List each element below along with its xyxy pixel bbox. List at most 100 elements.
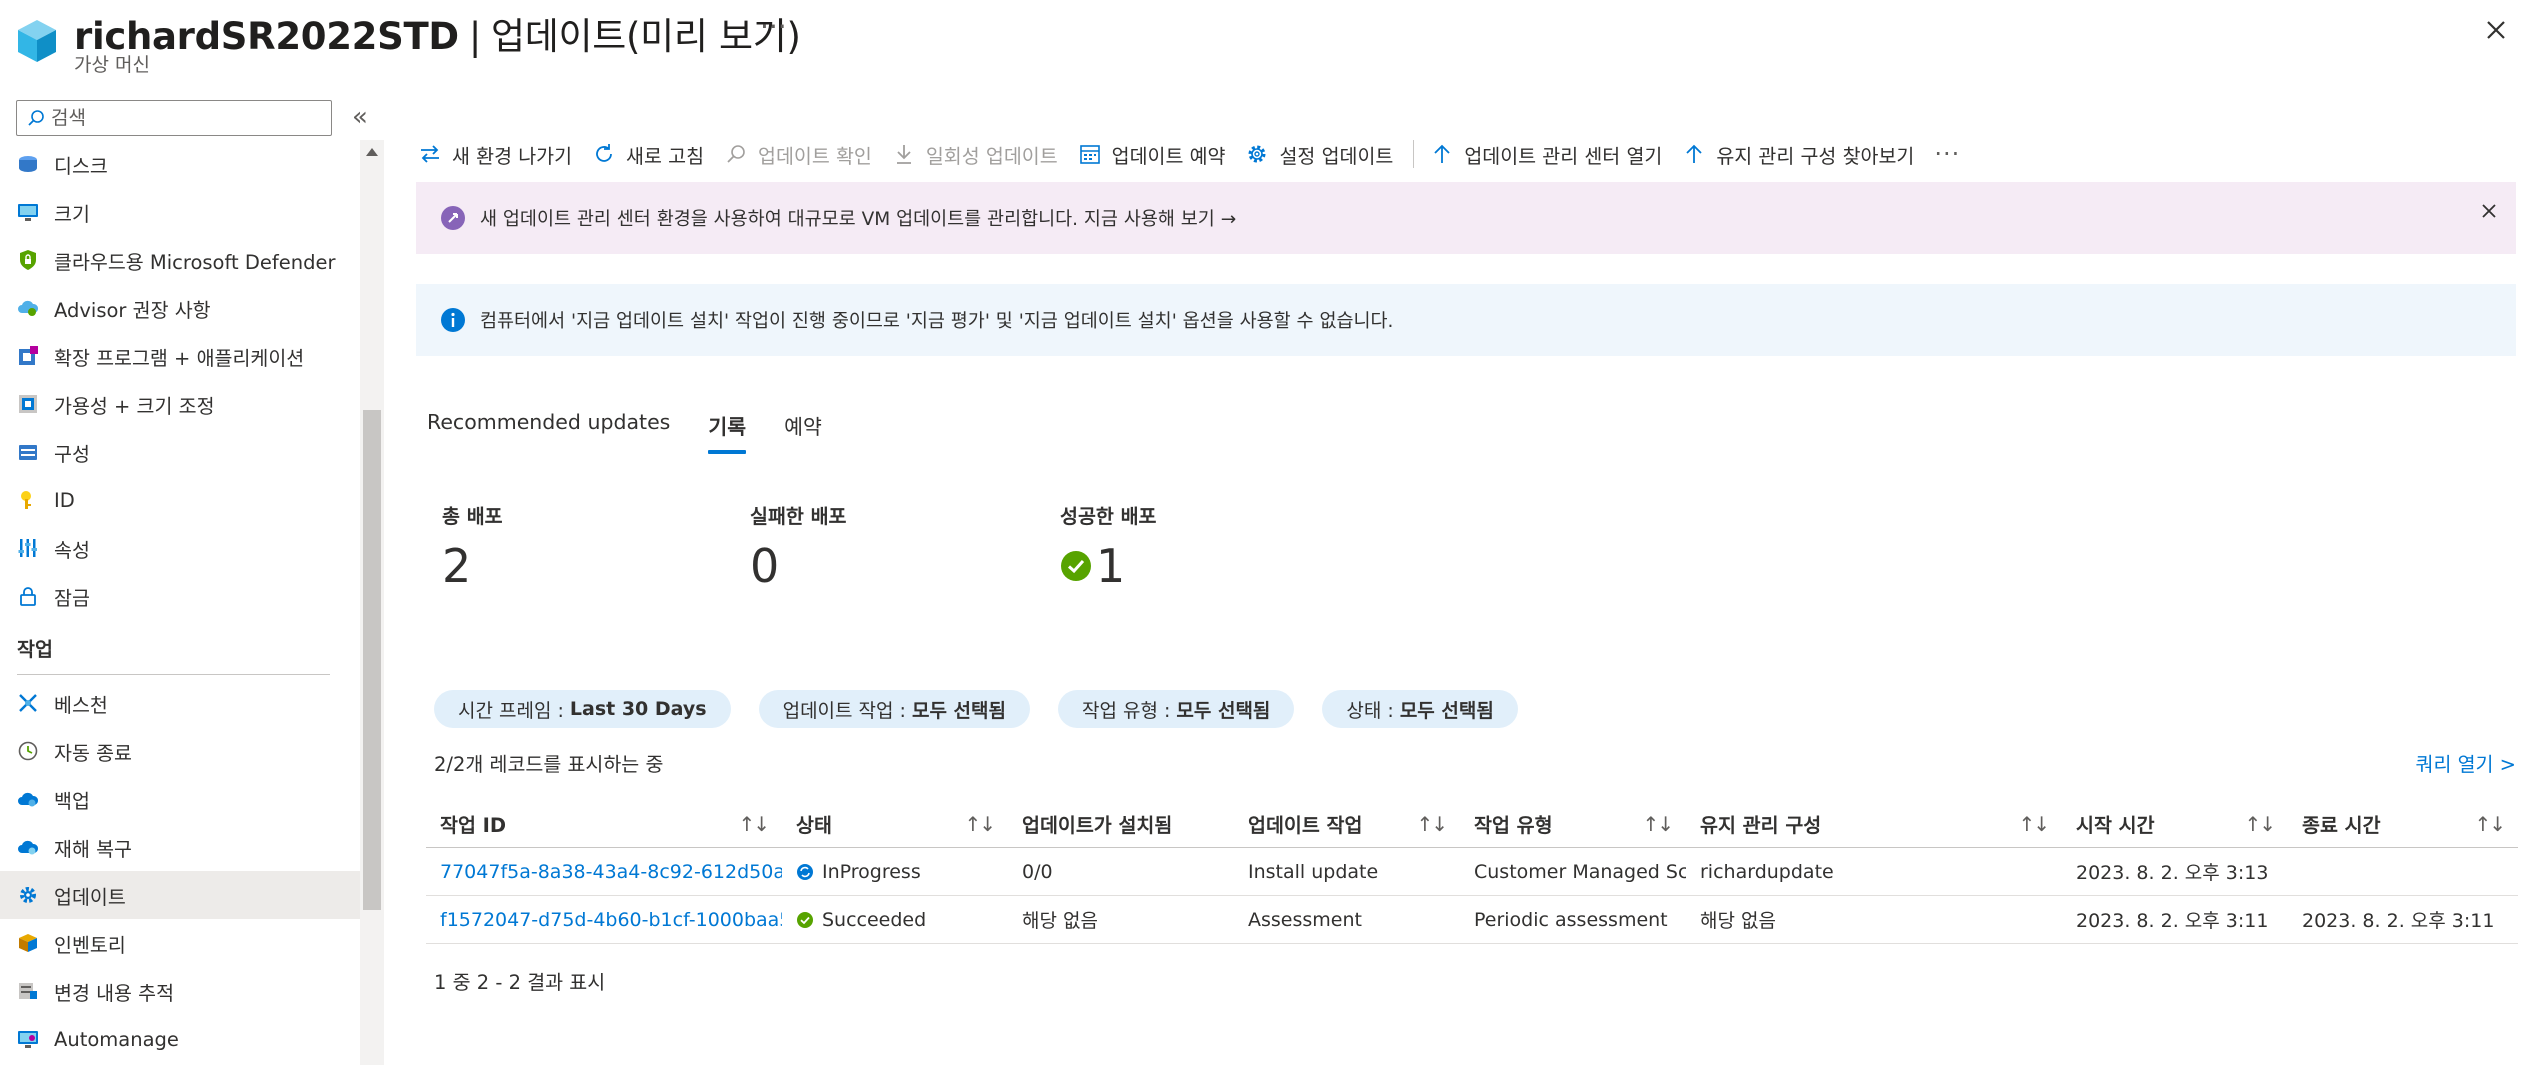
sidebar-item-automanage[interactable]: Automanage <box>0 1015 360 1063</box>
filter-time-frame[interactable]: 시간 프레임 : Last 30 Days <box>434 690 731 728</box>
stat-total-deployments: 총 배포 2 <box>442 500 503 593</box>
search-icon <box>28 110 44 126</box>
bastion-icon <box>16 691 40 715</box>
history-table: 작업 ID ↑↓ 상태 ↑↓ 업데이트가 설치됨 업데이트 작업 ↑↓ 작업 유형 ↑↓… <box>426 800 2518 944</box>
sidebar-item-disaster-recovery[interactable]: 재해 복구 <box>0 823 360 871</box>
sidebar-item-configuration[interactable]: 구성 <box>0 428 360 476</box>
filter-status[interactable]: 상태 : 모두 선택됨 <box>1322 690 1518 728</box>
sidebar-item-auto-shutdown[interactable]: 자동 종료 <box>0 727 360 775</box>
sidebar-item-advisor[interactable]: Advisor 권장 사항 <box>0 284 360 332</box>
operation-cell: Assessment <box>1248 908 1362 931</box>
column-header-maintenance[interactable]: 유지 관리 구성 ↑↓ <box>1686 809 2062 838</box>
success-check-icon <box>1061 551 1091 581</box>
sidebar-item-label: 업데이트 <box>54 885 126 909</box>
sidebar-item-disks[interactable]: 디스크 <box>0 140 360 188</box>
tab-schedule[interactable]: 예약 <box>784 410 822 454</box>
promo-banner-link[interactable]: 새 업데이트 관리 센터 환경을 사용하여 대규모로 VM 업데이트를 관리합니… <box>480 205 1236 231</box>
sidebar-item-bastion[interactable]: 베스천 <box>0 679 360 727</box>
page-title: richardSR2022STD | 업데이트(미리 보기) <box>74 15 801 58</box>
schedule-update-button[interactable]: 업데이트 예약 <box>1078 140 1225 169</box>
sidebar-item-updates[interactable]: 업데이트 <box>0 871 360 919</box>
sidebar: « 디스크 크기 클라우드용 Microsoft Defender Adviso… <box>0 96 384 1065</box>
disk-icon <box>16 152 40 176</box>
stat-label: 총 배포 <box>442 505 503 528</box>
sidebar-item-label: 가용성 + 크기 조정 <box>54 394 215 418</box>
sidebar-item-backup[interactable]: 백업 <box>0 775 360 823</box>
close-banner-icon[interactable] <box>2478 200 2500 222</box>
tab-recommended-updates[interactable]: Recommended updates <box>427 410 670 454</box>
calendar-icon <box>1079 145 1100 164</box>
new-experience-button[interactable]: 새 환경 나가기 <box>418 140 572 169</box>
sidebar-item-label: 백업 <box>54 789 90 813</box>
sidebar-item-extensions[interactable]: 확장 프로그램 + 애플리케이션 <box>0 332 360 380</box>
column-header-status[interactable]: 상태 ↑↓ <box>782 809 1008 838</box>
stat-value: 2 <box>442 539 472 593</box>
tab-history[interactable]: 기록 <box>708 410 746 454</box>
info-banner: 컴퓨터에서 '지금 업데이트 설치' 작업이 진행 중이므로 '지금 평가' 및… <box>416 284 2516 356</box>
open-update-center-button[interactable]: 업데이트 관리 센터 열기 <box>1430 140 1662 169</box>
one-time-update-button[interactable]: 일회성 업데이트 <box>892 140 1058 169</box>
filter-update-operation[interactable]: 업데이트 작업 : 모두 선택됨 <box>758 690 1030 728</box>
job-type-cell: Customer Managed Sc... <box>1474 860 1686 883</box>
start-time-cell: 2023. 8. 2. 오후 3:13 <box>2076 862 2269 884</box>
scrollbar-thumb[interactable] <box>363 410 381 910</box>
column-header-operation[interactable]: 업데이트 작업 ↑↓ <box>1234 809 1460 838</box>
sidebar-item-availability[interactable]: 가용성 + 크기 조정 <box>0 380 360 428</box>
sidebar-item-identity[interactable]: ID <box>0 476 360 524</box>
sidebar-item-label: 변경 내용 추적 <box>54 981 175 1005</box>
stat-value: 0 <box>750 539 780 593</box>
command-toolbar: 새 환경 나가기 새로 고침 업데이트 확인 일회성 업데이트 업데이트 예약 … <box>418 132 1960 176</box>
sort-icon: ↑↓ <box>2474 811 2505 836</box>
collapse-sidebar-button[interactable]: « <box>352 102 368 132</box>
stat-value-row: 1 <box>1060 539 1157 593</box>
toolbar-more-button[interactable]: ··· <box>1934 140 1960 168</box>
sidebar-item-label: 베스천 <box>54 693 108 717</box>
column-header-end-time[interactable]: 종료 시간 ↑↓ <box>2288 809 2518 838</box>
page-header: richardSR2022STD | 업데이트(미리 보기) ··· 가상 머신 <box>0 0 2530 80</box>
extensions-icon <box>16 344 40 368</box>
rocket-icon <box>441 206 465 230</box>
settings-update-button[interactable]: 설정 업데이트 <box>1245 140 1393 169</box>
sidebar-scrollbar[interactable] <box>360 140 384 1065</box>
stat-value: 1 <box>1096 539 1126 593</box>
search-input[interactable] <box>51 107 301 129</box>
sidebar-item-size[interactable]: 크기 <box>0 188 360 236</box>
sidebar-search[interactable] <box>16 100 332 136</box>
download-icon <box>896 145 911 164</box>
sidebar-item-locks[interactable]: 잠금 <box>0 572 360 620</box>
header-more-button[interactable]: ··· <box>760 10 787 43</box>
sidebar-section-title: 작업 <box>17 638 53 661</box>
advisor-cloud-icon <box>16 296 40 320</box>
open-query-link[interactable]: 쿼리 열기 > <box>2416 748 2517 777</box>
info-banner-text: 컴퓨터에서 '지금 업데이트 설치' 작업이 진행 중이므로 '지금 평가' 및… <box>480 311 1394 332</box>
sort-icon: ↑↓ <box>738 811 769 836</box>
status-cell: InProgress <box>782 861 1008 883</box>
sidebar-item-label: 디스크 <box>54 154 108 178</box>
job-id-link[interactable]: 77047f5a-8a38-43a4-8c92-612d50a0... <box>426 861 782 883</box>
browse-maintenance-button[interactable]: 유지 관리 구성 찾아보기 <box>1682 140 1914 169</box>
column-header-start-time[interactable]: 시작 시간 ↑↓ <box>2062 809 2288 838</box>
record-count: 2/2개 레코드를 표시하는 중 <box>434 753 664 776</box>
sidebar-item-properties[interactable]: 속성 <box>0 524 360 572</box>
promo-banner: 새 업데이트 관리 센터 환경을 사용하여 대규모로 VM 업데이트를 관리합니… <box>416 182 2516 254</box>
column-header-job-id[interactable]: 작업 ID ↑↓ <box>426 809 782 838</box>
sort-icon: ↑↓ <box>1642 811 1673 836</box>
backup-cloud-icon <box>16 787 40 811</box>
sidebar-item-change-tracking[interactable]: 변경 내용 추적 <box>0 967 360 1015</box>
sidebar-item-inventory[interactable]: 인벤토리 <box>0 919 360 967</box>
refresh-button[interactable]: 새로 고침 <box>592 140 704 169</box>
column-header-job-type[interactable]: 작업 유형 ↑↓ <box>1460 809 1686 838</box>
tab-bar: Recommended updates 기록 예약 <box>427 410 860 454</box>
scroll-up-icon[interactable] <box>366 148 378 156</box>
sidebar-item-label: 구성 <box>54 442 90 466</box>
check-updates-button[interactable]: 업데이트 확인 <box>724 140 872 169</box>
filter-job-type[interactable]: 작업 유형 : 모두 선택됨 <box>1057 690 1295 728</box>
sidebar-item-defender[interactable]: 클라우드용 Microsoft Defender <box>0 236 360 284</box>
job-id-link[interactable]: f1572047-d75d-4b60-b1cf-1000baa5f... <box>426 909 782 931</box>
stat-failed-deployments: 실패한 배포 0 <box>750 500 847 593</box>
shield-icon <box>16 248 40 272</box>
sidebar-item-label: ID <box>54 488 75 512</box>
close-icon[interactable] <box>2480 14 2512 46</box>
operation-cell: Install update <box>1248 860 1379 883</box>
sort-icon: ↑↓ <box>1416 811 1447 836</box>
